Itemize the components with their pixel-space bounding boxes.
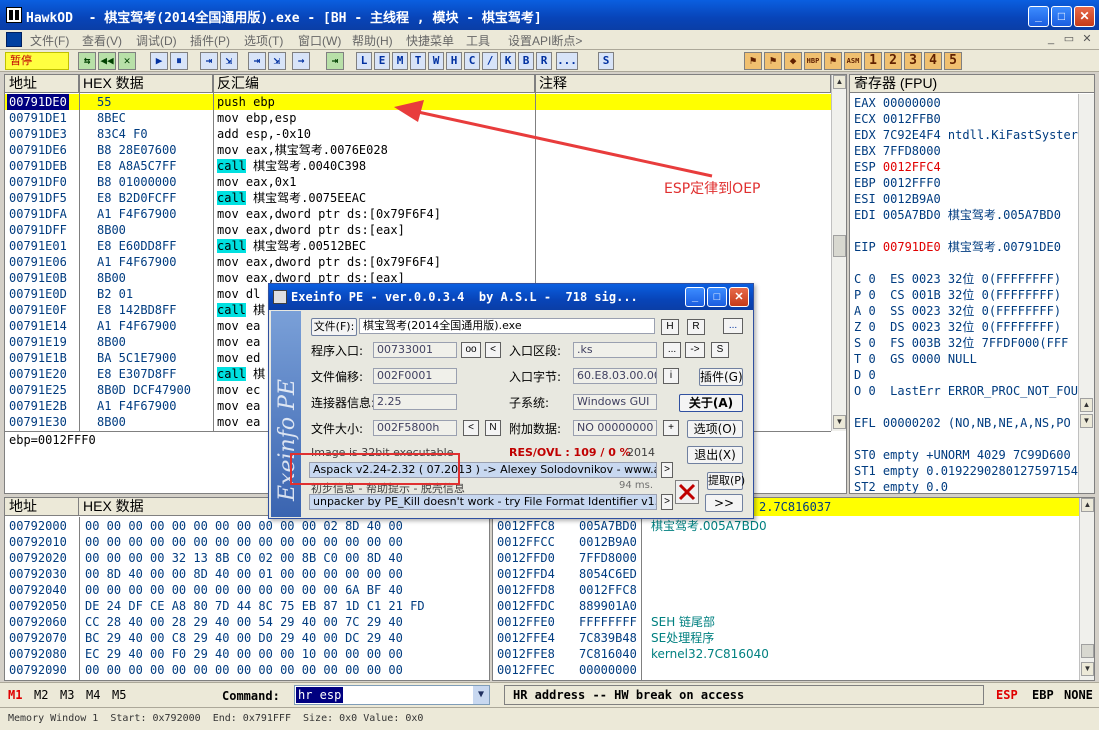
btn-plus[interactable]: + [663, 420, 679, 436]
entry-bytes-label: 入口字节: [509, 370, 562, 384]
btn-unpack-more[interactable]: > [661, 494, 673, 510]
btn-s[interactable]: S [711, 342, 729, 358]
btn-arrow[interactable]: -> [685, 342, 705, 358]
btn-section-more[interactable]: ... [663, 342, 681, 358]
scan-icon[interactable] [675, 480, 699, 504]
file-size-field[interactable]: 002F5800h [373, 420, 457, 436]
btn-i[interactable]: i [663, 368, 679, 384]
unpack-info-field[interactable]: unpacker by PE_Kill doesn't work - try F… [309, 494, 657, 510]
btn-size-prev[interactable]: < [463, 420, 479, 436]
file-offset-label: 文件偏移: [311, 370, 364, 384]
exeinfo-close-button[interactable]: ✕ [729, 287, 749, 307]
options-button[interactable]: 选项(O) [687, 420, 743, 438]
exeinfo-app-icon [273, 290, 287, 304]
file-name-field[interactable]: 棋宝驾考(2014全国通用版).exe [359, 318, 655, 334]
entry-section-field[interactable]: .ks [573, 342, 657, 358]
entry-point-label: 程序入口: [311, 344, 364, 358]
linker-field[interactable]: 2.25 [373, 394, 457, 410]
plugins-button[interactable]: 插件(G) [699, 368, 743, 386]
file-size-label: 文件大小: [311, 422, 364, 436]
btn-detect-more[interactable]: > [661, 462, 673, 478]
rip-button[interactable]: 提取(P) [707, 472, 745, 490]
exeinfo-maximize-button[interactable]: □ [707, 287, 727, 307]
year-text: 2014 [627, 446, 655, 459]
btn-prev-entry[interactable]: < [485, 342, 501, 358]
elapsed-ms: 94 ms. [619, 480, 654, 491]
btn-oo[interactable]: oo [461, 342, 481, 358]
file-offset-field[interactable]: 002F0001 [373, 368, 457, 384]
exeinfo-side-banner: Exeinfo PE [271, 311, 301, 517]
annotation-text: ESP定律到OEP [664, 181, 761, 197]
overlay-label: 附加数据: [509, 422, 562, 436]
file-open-button[interactable]: 文件(F): [311, 318, 357, 336]
res-ovl-text: RES/OVL : 109 / 0 % [509, 446, 631, 459]
entry-point-field[interactable]: 00733001 [373, 342, 457, 358]
exeinfo-title: Exeinfo PE - ver.0.0.3.4 by A.S.L - 718 … [269, 284, 753, 310]
btn-n[interactable]: N [485, 420, 501, 436]
btn-browse[interactable]: ... [723, 318, 743, 334]
subsystem-field[interactable]: Windows GUI [573, 394, 657, 410]
btn-r[interactable]: R [687, 319, 705, 335]
subsystem-label: 子系统: [509, 396, 550, 410]
entry-section-label: 入口区段: [509, 344, 562, 358]
linker-label: 连接器信息: [311, 396, 376, 410]
about-button[interactable]: 关于(A) [679, 394, 743, 412]
highlight-box [290, 453, 460, 485]
exeinfo-minimize-button[interactable]: _ [685, 287, 705, 307]
entry-bytes-field[interactable]: 60.E8.03.00.00 [573, 368, 657, 384]
exit-button[interactable]: 退出(X) [687, 446, 743, 464]
btn-h[interactable]: H [661, 319, 679, 335]
overlay-field[interactable]: NO 00000000 [573, 420, 657, 436]
next-button[interactable]: >> [705, 494, 743, 512]
